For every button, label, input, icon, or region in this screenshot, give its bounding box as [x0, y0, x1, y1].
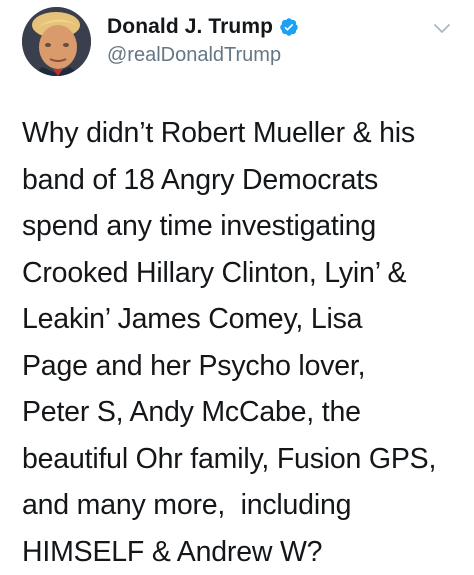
tweet-text-line: Crooked Hillary Clinton, Lyin’ & [22, 256, 407, 289]
user-handle[interactable]: @realDonaldTrump [107, 44, 299, 67]
name-row: Donald J. Trump [107, 14, 299, 40]
tweet-text-line: Page and her Psycho lover, [22, 349, 366, 382]
tweet-text-line: Peter S, Andy McCabe, the [22, 396, 361, 428]
tweet-text-line: Leakin’ James Comey, Lisa [22, 303, 363, 335]
tweet-text-line: and many more, including [22, 489, 352, 521]
avatar[interactable] [22, 7, 91, 76]
chevron-down-icon[interactable] [432, 22, 452, 36]
avatar-image [22, 7, 91, 76]
tweet-header: Donald J. Trump @realDonaldTrump [0, 0, 474, 90]
tweet-text-line: band of 18 Angry Democrats [22, 163, 379, 196]
tweet-text: Why didn’t Robert Mueller & his band of … [22, 110, 462, 575]
tweet-text-line: spend any time investigating [22, 210, 377, 242]
verified-badge-icon [279, 17, 299, 37]
display-name[interactable]: Donald J. Trump [107, 15, 273, 39]
tweet-text-line: Why didn’t Robert Mueller & his [22, 117, 415, 149]
tweet-text-line: HIMSELF & Andrew W? [22, 535, 323, 568]
author-info: Donald J. Trump @realDonaldTrump [107, 14, 299, 67]
tweet-text-line: beautiful Ohr family, Fusion GPS, [22, 442, 437, 475]
tweet-card: Donald J. Trump @realDonaldTrump Why did… [0, 0, 474, 575]
